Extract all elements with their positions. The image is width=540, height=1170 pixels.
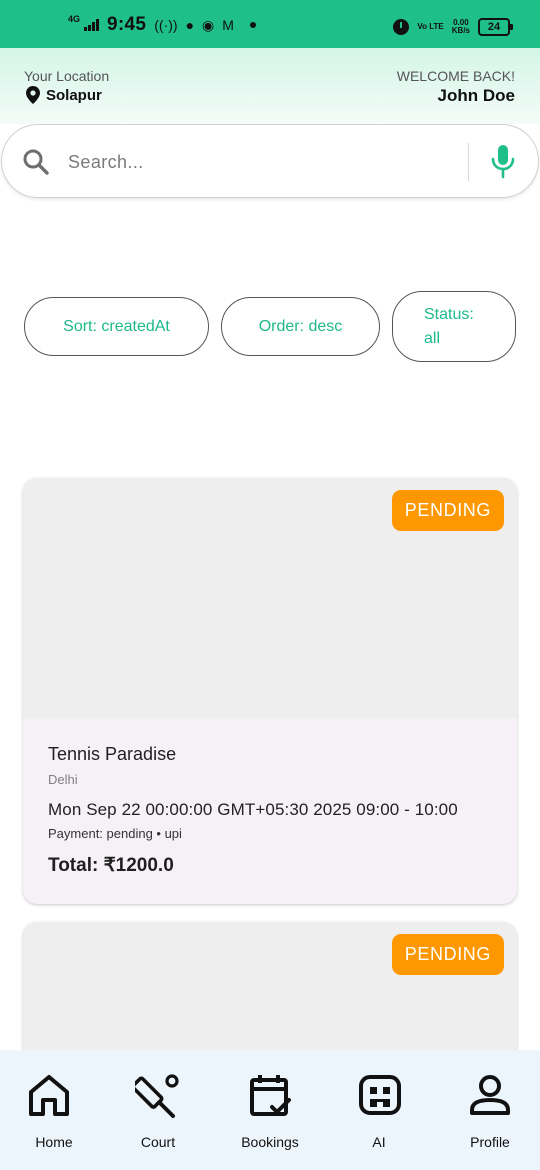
status-right: Vo LTE 0.00 KB/s 24 (393, 18, 513, 36)
payment-info: Payment: pending • upi (48, 826, 182, 841)
nav-court[interactable]: Court (104, 1050, 212, 1170)
home-icon (29, 1075, 69, 1116)
battery-icon: 24 (478, 18, 513, 36)
nav-court-label: Court (140, 1134, 176, 1150)
booking-date-time: Mon Sep 22 00:00:00 GMT+05:30 2025 09:00… (48, 800, 458, 819)
nav-home[interactable]: Home (0, 1050, 108, 1170)
location-pin-icon (26, 86, 40, 104)
status-left: 4G 9:45 ((·)) ● ◉ M (68, 14, 256, 36)
location-selector[interactable]: Solapur (26, 86, 102, 104)
status-badge: PENDING (391, 934, 504, 975)
status-chip[interactable]: Status: all (392, 291, 516, 362)
sort-chip[interactable]: Sort: createdAt (24, 297, 209, 356)
signal-icon (84, 19, 100, 31)
welcome-text: WELCOME BACK! (396, 68, 515, 84)
network-speed: 0.00 KB/s (452, 19, 470, 35)
bookings-icon (250, 1075, 291, 1116)
status-badge: PENDING (391, 490, 504, 531)
location-label: Your Location (24, 68, 110, 84)
nav-ai-label: AI (372, 1134, 386, 1150)
status-chip-label: Status: all (424, 305, 474, 347)
speed-unit: KB/s (451, 26, 470, 35)
booking-card[interactable]: PENDING Tennis Paradise Delhi Mon Sep 22… (23, 478, 517, 904)
nav-ai[interactable]: AI (325, 1050, 433, 1170)
venue-name: Tennis Paradise (48, 744, 177, 764)
whatsapp-icon: ◉ (202, 17, 215, 33)
court-icon (135, 1074, 179, 1118)
search-bar (1, 124, 539, 198)
search-divider (468, 143, 469, 181)
user-name: John Doe (437, 86, 515, 105)
search-icon[interactable] (22, 148, 50, 176)
bottom-navigation: Home Court Bookings AI Profile (0, 1050, 540, 1170)
volte-indicator: Vo LTE (417, 22, 444, 31)
app-header: Your Location Solapur WELCOME BACK! John… (0, 48, 540, 124)
profile-icon (470, 1075, 510, 1115)
venue-city: Delhi (48, 772, 78, 787)
alarm-icon (393, 19, 410, 35)
status-time: 9:45 (107, 14, 147, 35)
network-type: 4G (68, 13, 81, 24)
location-value: Solapur (46, 86, 102, 104)
gmail-icon: M (222, 17, 234, 33)
more-notifications-icon (249, 22, 256, 28)
booking-total: Total: ₹1200.0 (48, 855, 174, 876)
nav-bookings[interactable]: Bookings (216, 1050, 324, 1170)
mic-icon[interactable] (490, 144, 516, 180)
nav-home-label: Home (35, 1134, 73, 1150)
search-input[interactable] (68, 147, 448, 177)
nav-bookings-label: Bookings (241, 1134, 299, 1150)
app-notification-icon: ● (185, 17, 195, 33)
ai-icon (359, 1075, 401, 1115)
order-chip[interactable]: Order: desc (221, 297, 380, 356)
nav-profile-label: Profile (470, 1134, 510, 1150)
nav-profile[interactable]: Profile (436, 1050, 540, 1170)
hotspot-icon: ((·)) (154, 17, 178, 33)
status-bar: 4G 9:45 ((·)) ● ◉ M Vo LTE 0.00 KB/s 24 (0, 0, 540, 48)
